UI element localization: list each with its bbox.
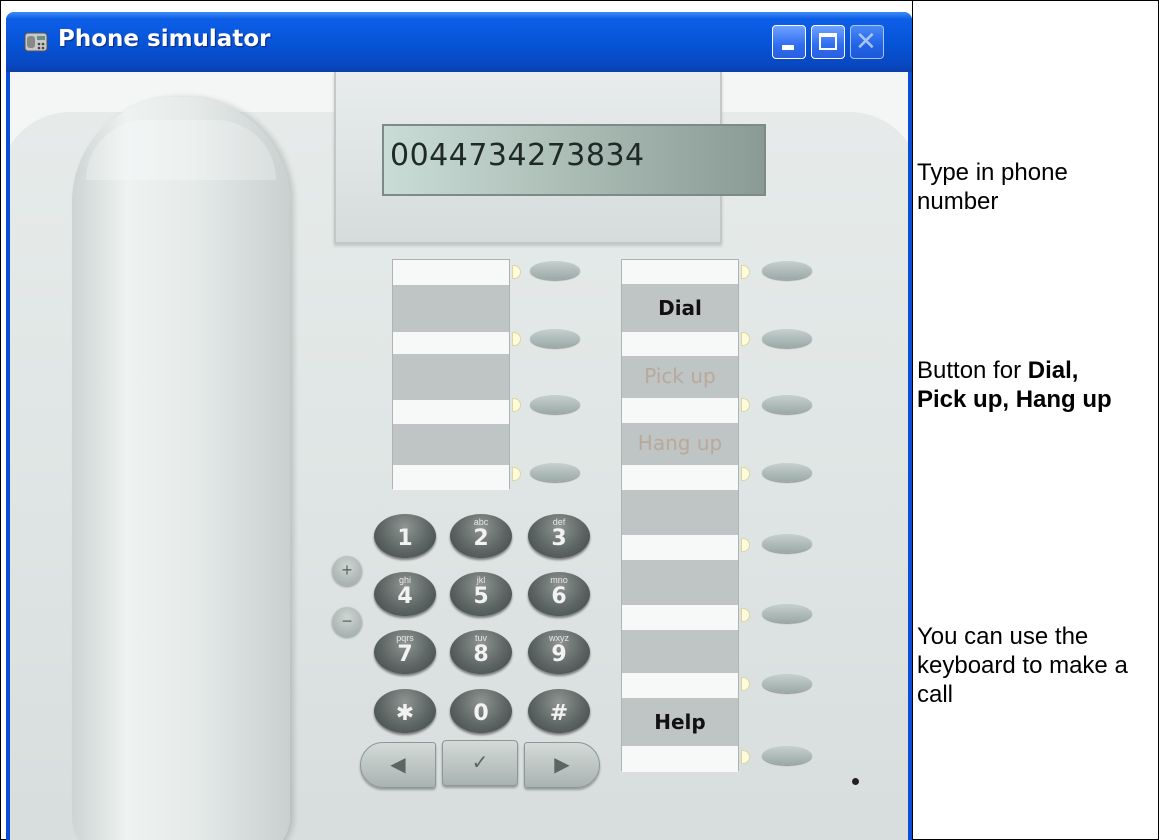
nav-right-button[interactable]: ▶ xyxy=(524,742,600,788)
right-label-strip xyxy=(621,259,739,772)
dial-button[interactable]: Dial xyxy=(623,296,737,320)
key-1[interactable]: 1 xyxy=(374,514,436,558)
key-digit: 9 xyxy=(551,642,567,667)
phone-canvas: 0044734273834 Dial Pick up Hang up Help … xyxy=(10,72,908,840)
plus-icon: + xyxy=(341,560,353,580)
key-digit: 3 xyxy=(551,526,567,551)
nav-left-button[interactable]: ◀ xyxy=(360,742,436,788)
key-digit: 4 xyxy=(397,584,413,609)
window-title: Phone simulator xyxy=(58,26,271,52)
key-7[interactable]: pqrs 7 xyxy=(374,630,436,674)
right-function-key-3[interactable] xyxy=(762,395,812,414)
maximize-icon xyxy=(819,33,837,50)
strip-band xyxy=(393,400,509,424)
left-function-key-1[interactable] xyxy=(530,261,580,280)
help-button[interactable]: Help xyxy=(623,710,737,734)
key-digit: 5 xyxy=(473,584,489,609)
minimize-icon xyxy=(782,45,794,50)
strip-band xyxy=(393,260,509,285)
annotation-keyboard: You can use the keyboard to make a call xyxy=(917,622,1153,709)
right-function-key-7[interactable] xyxy=(762,674,812,693)
annotation-bold: Dial, xyxy=(1027,357,1079,384)
checkmark-icon: ✓ xyxy=(471,752,489,774)
nav-ok-button[interactable]: ✓ xyxy=(442,740,518,786)
key-digit: 2 xyxy=(473,526,489,551)
key-digit: 8 xyxy=(473,642,489,667)
left-function-key-2[interactable] xyxy=(530,329,580,348)
table-column-divider xyxy=(912,0,913,840)
left-function-key-3[interactable] xyxy=(530,395,580,414)
annotation-buttons: Button for Dial, Pick up, Hang up xyxy=(917,356,1157,414)
key-hash[interactable]: # xyxy=(528,689,590,733)
key-digit: # xyxy=(549,701,569,726)
strip-band xyxy=(622,673,738,698)
volume-down-button[interactable]: − xyxy=(332,607,362,637)
strip-band xyxy=(622,398,738,423)
key-4[interactable]: ghi 4 xyxy=(374,572,436,616)
key-digit: 7 xyxy=(397,642,413,667)
strip-band xyxy=(393,465,509,490)
strip-band xyxy=(622,260,738,284)
key-2[interactable]: abc 2 xyxy=(450,514,512,558)
maximize-button[interactable] xyxy=(811,25,845,59)
annotation-bold: Pick up, Hang up xyxy=(917,386,1112,413)
phone-simulator-window: Phone simulator ✕ 0044734273834 Dial Pic… xyxy=(6,12,912,840)
strip-band xyxy=(622,332,738,356)
key-9[interactable]: wxyz 9 xyxy=(528,630,590,674)
annotation-text: Button for xyxy=(917,357,1028,384)
phone-app-icon xyxy=(24,32,48,52)
left-label-strip xyxy=(392,259,510,490)
key-8[interactable]: tuv 8 xyxy=(450,630,512,674)
strip-band xyxy=(622,746,738,772)
lcd-display: 0044734273834 xyxy=(382,124,766,196)
right-function-key-5[interactable] xyxy=(762,534,812,553)
key-star[interactable]: ✱ xyxy=(374,689,436,733)
key-digit: 6 xyxy=(551,584,567,609)
phone-number-display: 0044734273834 xyxy=(390,138,645,173)
hang-up-button[interactable]: Hang up xyxy=(623,431,737,455)
volume-up-button[interactable]: + xyxy=(332,556,362,586)
left-function-key-4[interactable] xyxy=(530,463,580,482)
annotation-text: You can use the keyboard to make a call xyxy=(917,623,1128,708)
annotation-text: Type in phone number xyxy=(917,159,1068,215)
right-function-key-4[interactable] xyxy=(762,463,812,482)
strip-band xyxy=(622,605,738,630)
key-digit: ✱ xyxy=(395,701,415,726)
key-3[interactable]: def 3 xyxy=(528,514,590,558)
strip-band xyxy=(622,535,738,560)
pick-up-button[interactable]: Pick up xyxy=(623,364,737,388)
arrow-right-icon: ▶ xyxy=(554,754,570,776)
key-digit: 1 xyxy=(397,526,413,551)
title-bar[interactable]: Phone simulator ✕ xyxy=(6,12,912,72)
right-function-key-2[interactable] xyxy=(762,329,812,348)
minus-icon: − xyxy=(341,611,353,631)
right-function-key-6[interactable] xyxy=(762,604,812,623)
annotation-type-number: Type in phone number xyxy=(917,158,1147,216)
right-function-key-1[interactable] xyxy=(762,261,812,280)
key-5[interactable]: jkl 5 xyxy=(450,572,512,616)
key-6[interactable]: mno 6 xyxy=(528,572,590,616)
right-function-key-8[interactable] xyxy=(762,746,812,765)
key-0[interactable]: 0 xyxy=(450,689,512,733)
close-button[interactable]: ✕ xyxy=(850,25,884,59)
microphone-hole xyxy=(852,778,859,785)
strip-band xyxy=(393,332,509,354)
handset[interactable] xyxy=(72,97,290,840)
key-digit: 0 xyxy=(473,701,489,726)
arrow-left-icon: ◀ xyxy=(390,754,406,776)
handset-highlight xyxy=(86,120,276,180)
strip-band xyxy=(622,465,738,490)
minimize-button[interactable] xyxy=(772,25,806,59)
close-icon: ✕ xyxy=(855,27,877,57)
